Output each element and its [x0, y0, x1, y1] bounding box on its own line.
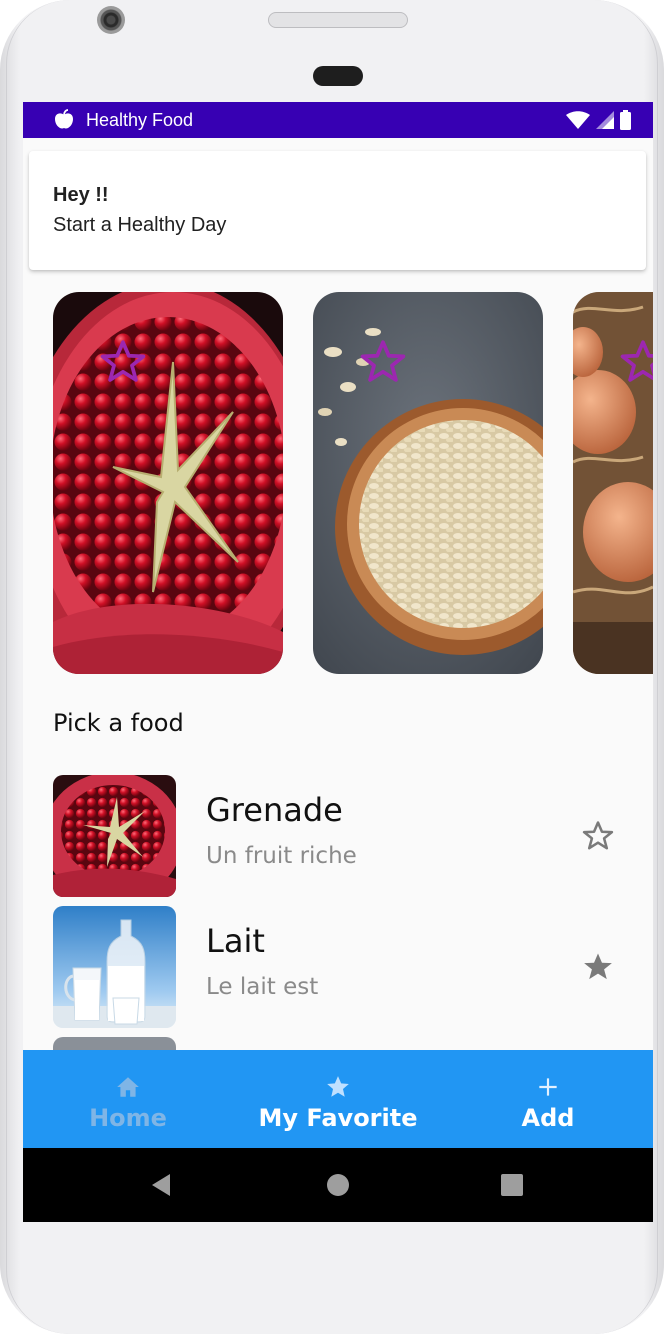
home-icon: [117, 1077, 139, 1097]
carousel-card-oats[interactable]: [313, 292, 543, 674]
nav-favorite[interactable]: My Favorite: [233, 1050, 443, 1148]
home-circle-icon[interactable]: [324, 1171, 352, 1199]
wifi-icon: [566, 111, 590, 129]
top-speaker: [268, 12, 408, 28]
star-outline-icon[interactable]: [581, 819, 615, 853]
nav-home-label: Home: [89, 1104, 167, 1132]
battery-icon: [620, 110, 631, 130]
carousel-card-pomegranate[interactable]: [53, 292, 283, 674]
apple-icon: [55, 109, 73, 129]
nav-add-label: Add: [521, 1104, 575, 1132]
bottom-navigation: Home My Favorite Add: [23, 1050, 653, 1148]
greeting-title: Hey !!: [53, 184, 109, 206]
list-item[interactable]: Grenade Un fruit riche: [53, 775, 653, 897]
star-filled-icon[interactable]: [581, 950, 615, 984]
app-screen: Healthy Food Hey !! Start a Healthy Day: [23, 102, 653, 1222]
back-icon[interactable]: [148, 1171, 176, 1199]
star-outline-icon[interactable]: [618, 337, 653, 387]
list-item[interactable]: Lait Le lait est: [53, 906, 653, 1028]
signal-icon: [596, 111, 614, 129]
recents-icon[interactable]: [498, 1171, 526, 1199]
section-title: Pick a food: [53, 709, 184, 737]
status-bar: Healthy Food: [23, 102, 653, 138]
food-description: Le lait est: [206, 974, 319, 1000]
oats-image: [313, 292, 543, 674]
star-outline-icon[interactable]: [98, 337, 148, 387]
food-carousel[interactable]: [23, 292, 653, 674]
system-navigation-bar: [23, 1148, 653, 1222]
earpiece: [313, 66, 363, 86]
phone-frame: Healthy Food Hey !! Start a Healthy Day: [0, 0, 664, 1334]
nav-add[interactable]: Add: [443, 1050, 653, 1148]
food-name: Lait: [206, 922, 265, 960]
plus-icon: [539, 1078, 557, 1096]
star-outline-icon[interactable]: [358, 337, 408, 387]
pomegranate-image: [53, 292, 283, 674]
status-icons: [566, 110, 631, 130]
food-description: Un fruit riche: [206, 843, 357, 869]
food-thumbnail: [53, 906, 176, 1028]
star-icon: [327, 1076, 349, 1097]
greeting-subtitle: Start a Healthy Day: [53, 214, 227, 236]
status-app-title: Healthy Food: [86, 110, 194, 130]
nav-home[interactable]: Home: [23, 1050, 233, 1148]
food-thumbnail: [53, 775, 176, 897]
front-camera: [97, 6, 125, 34]
greeting-card: Hey !! Start a Healthy Day: [29, 151, 646, 270]
food-name: Grenade: [206, 791, 343, 829]
carousel-card-eggs[interactable]: [573, 292, 653, 674]
nav-favorite-label: My Favorite: [258, 1104, 418, 1132]
